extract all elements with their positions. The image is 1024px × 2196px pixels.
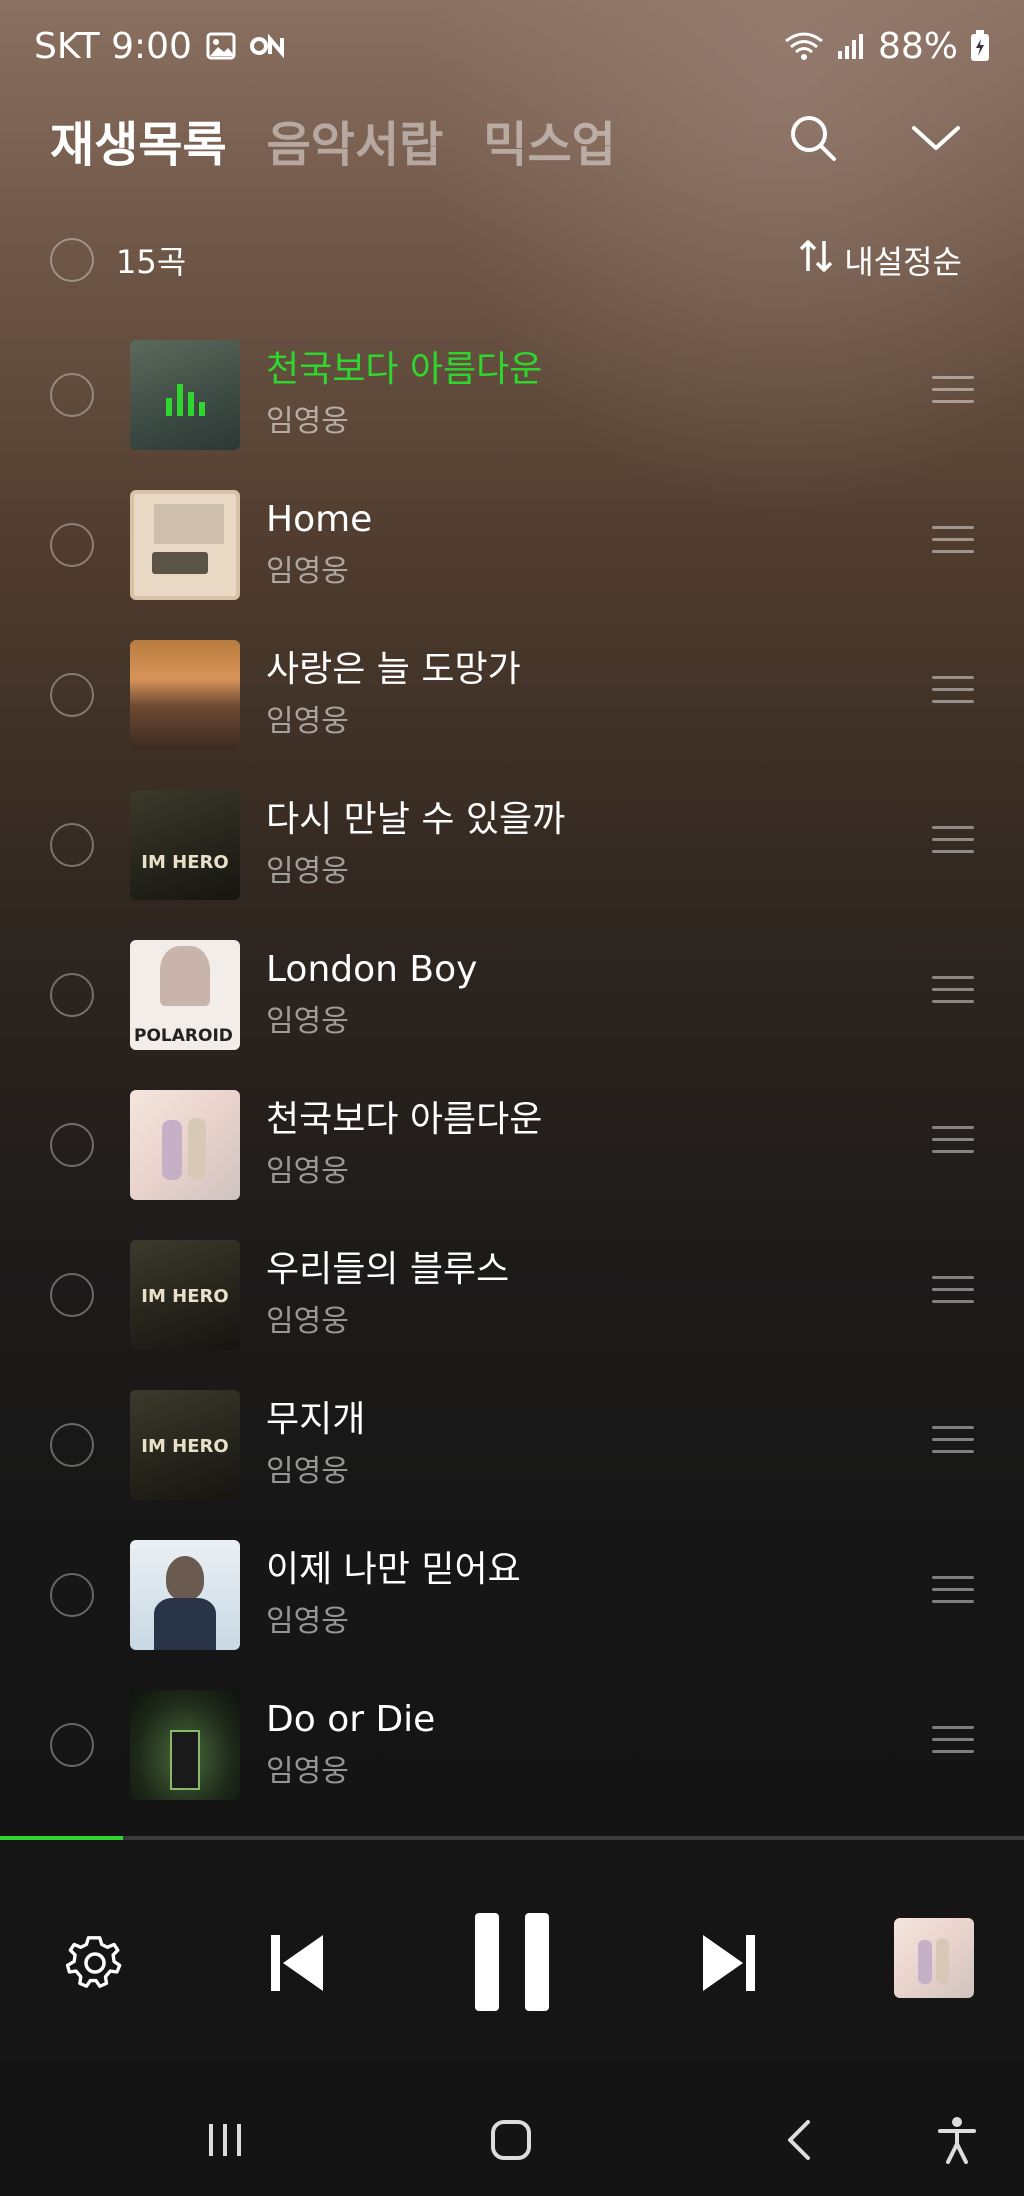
list-item[interactable]: Home 임영웅: [0, 470, 1024, 620]
track-title: London Boy: [266, 949, 478, 990]
back-icon[interactable]: [764, 2110, 834, 2170]
list-item[interactable]: IM HERO 무지개 임영웅: [0, 1370, 1024, 1520]
drag-handle-icon[interactable]: [932, 1126, 974, 1160]
pause-icon[interactable]: [466, 1902, 558, 2022]
drag-handle-icon[interactable]: [932, 1426, 974, 1460]
on-icon: [249, 34, 290, 58]
list-item[interactable]: Do or Die 임영웅: [0, 1670, 1024, 1820]
track-list: 천국보다 아름다운 임영웅 Home 임영웅 사랑은 늘 도망가 임영웅 IM …: [0, 320, 1024, 1820]
system-navigation-bar: [0, 2080, 1024, 2196]
list-toolbar: 15곡 내설정순: [0, 232, 1024, 288]
track-checkbox[interactable]: [50, 1723, 94, 1767]
track-artist: 임영웅: [266, 1754, 349, 1789]
album-art-text: POLAROID: [134, 1026, 233, 1046]
album-art: IM HERO: [130, 1390, 240, 1500]
album-art: IM HERO: [130, 1240, 240, 1350]
track-artist: 임영웅: [266, 1304, 349, 1339]
track-artist: 임영웅: [266, 1604, 349, 1639]
track-title: Do or Die: [266, 1699, 436, 1740]
battery-level: 88%: [877, 25, 958, 67]
list-item[interactable]: 천국보다 아름다운 임영웅: [0, 320, 1024, 470]
gallery-icon: [206, 31, 236, 61]
select-all-checkbox[interactable]: [50, 238, 94, 282]
album-art-text: IM HERO: [141, 1286, 229, 1307]
album-art: POLAROID: [130, 940, 240, 1050]
settings-icon[interactable]: [60, 1928, 130, 1998]
track-artist: 임영웅: [266, 1454, 349, 1489]
list-item[interactable]: 천국보다 아름다운 임영웅: [0, 1070, 1024, 1220]
track-checkbox[interactable]: [50, 1423, 94, 1467]
track-checkbox[interactable]: [50, 1573, 94, 1617]
drag-handle-icon[interactable]: [932, 1576, 974, 1610]
album-art: [130, 340, 240, 450]
list-item[interactable]: IM HERO 다시 만날 수 있을까 임영웅: [0, 770, 1024, 920]
track-title: 우리들의 블루스: [266, 1249, 510, 1290]
track-checkbox[interactable]: [50, 373, 94, 417]
battery-icon: [970, 30, 990, 62]
chevron-down-icon[interactable]: [910, 122, 962, 158]
track-title: 천국보다 아름다운: [266, 349, 543, 390]
tab-playlist[interactable]: 재생목록: [50, 105, 227, 175]
track-title: Home: [266, 499, 373, 540]
track-artist: 임영웅: [266, 1004, 349, 1039]
search-icon[interactable]: [788, 113, 838, 167]
track-artist: 임영웅: [266, 704, 349, 739]
album-art: [130, 1690, 240, 1800]
track-title: 이제 나만 믿어요: [266, 1549, 521, 1590]
sort-icon: [798, 239, 834, 281]
now-playing-thumbnail[interactable]: [894, 1918, 974, 1998]
album-art-text: IM HERO: [141, 852, 229, 873]
track-artist: 임영웅: [266, 854, 349, 889]
tab-mixup[interactable]: 믹스업: [483, 105, 615, 175]
previous-icon[interactable]: [262, 1928, 332, 1998]
signal-icon: [836, 31, 866, 61]
list-item[interactable]: POLAROID London Boy 임영웅: [0, 920, 1024, 1070]
track-artist: 임영웅: [266, 1154, 349, 1189]
track-artist: 임영웅: [266, 554, 349, 589]
drag-handle-icon[interactable]: [932, 526, 974, 560]
track-checkbox[interactable]: [50, 823, 94, 867]
list-item[interactable]: 이제 나만 믿어요 임영웅: [0, 1520, 1024, 1670]
album-art: IM HERO: [130, 790, 240, 900]
track-checkbox[interactable]: [50, 1273, 94, 1317]
sort-button[interactable]: 내설정순: [798, 237, 962, 283]
track-checkbox[interactable]: [50, 673, 94, 717]
header: 재생목록 음악서랍 믹스업: [0, 100, 1024, 180]
status-bar: SKT 9:00 88%: [0, 0, 1024, 92]
album-art: [130, 1090, 240, 1200]
track-title: 무지개: [266, 1399, 366, 1440]
track-title: 다시 만날 수 있을까: [266, 799, 566, 840]
drag-handle-icon[interactable]: [932, 976, 974, 1010]
home-icon[interactable]: [476, 2110, 546, 2170]
list-item[interactable]: 사랑은 늘 도망가 임영웅: [0, 620, 1024, 770]
next-icon[interactable]: [694, 1928, 764, 1998]
album-art: [130, 490, 240, 600]
tab-music-drawer[interactable]: 음악서랍: [267, 105, 444, 175]
drag-handle-icon[interactable]: [932, 376, 974, 410]
album-art: [130, 1540, 240, 1650]
wifi-icon: [784, 31, 824, 61]
list-item[interactable]: IM HERO 우리들의 블루스 임영웅: [0, 1220, 1024, 1370]
sort-label: 내설정순: [844, 243, 962, 281]
track-title: 천국보다 아름다운: [266, 1099, 543, 1140]
carrier-time: SKT 9:00: [34, 25, 192, 67]
track-checkbox[interactable]: [50, 973, 94, 1017]
drag-handle-icon[interactable]: [932, 826, 974, 860]
album-art: [130, 640, 240, 750]
track-checkbox[interactable]: [50, 523, 94, 567]
track-artist: 임영웅: [266, 404, 349, 439]
track-checkbox[interactable]: [50, 1123, 94, 1167]
drag-handle-icon[interactable]: [932, 1276, 974, 1310]
equalizer-icon: [166, 384, 205, 416]
drag-handle-icon[interactable]: [932, 1726, 974, 1760]
track-title: 사랑은 늘 도망가: [266, 649, 521, 690]
accessibility-icon[interactable]: [922, 2110, 992, 2170]
drag-handle-icon[interactable]: [932, 676, 974, 710]
player-controls: [0, 1840, 1024, 2060]
track-count: 15곡: [116, 243, 187, 281]
recent-apps-icon[interactable]: [190, 2110, 260, 2170]
album-art-text: IM HERO: [141, 1436, 229, 1457]
